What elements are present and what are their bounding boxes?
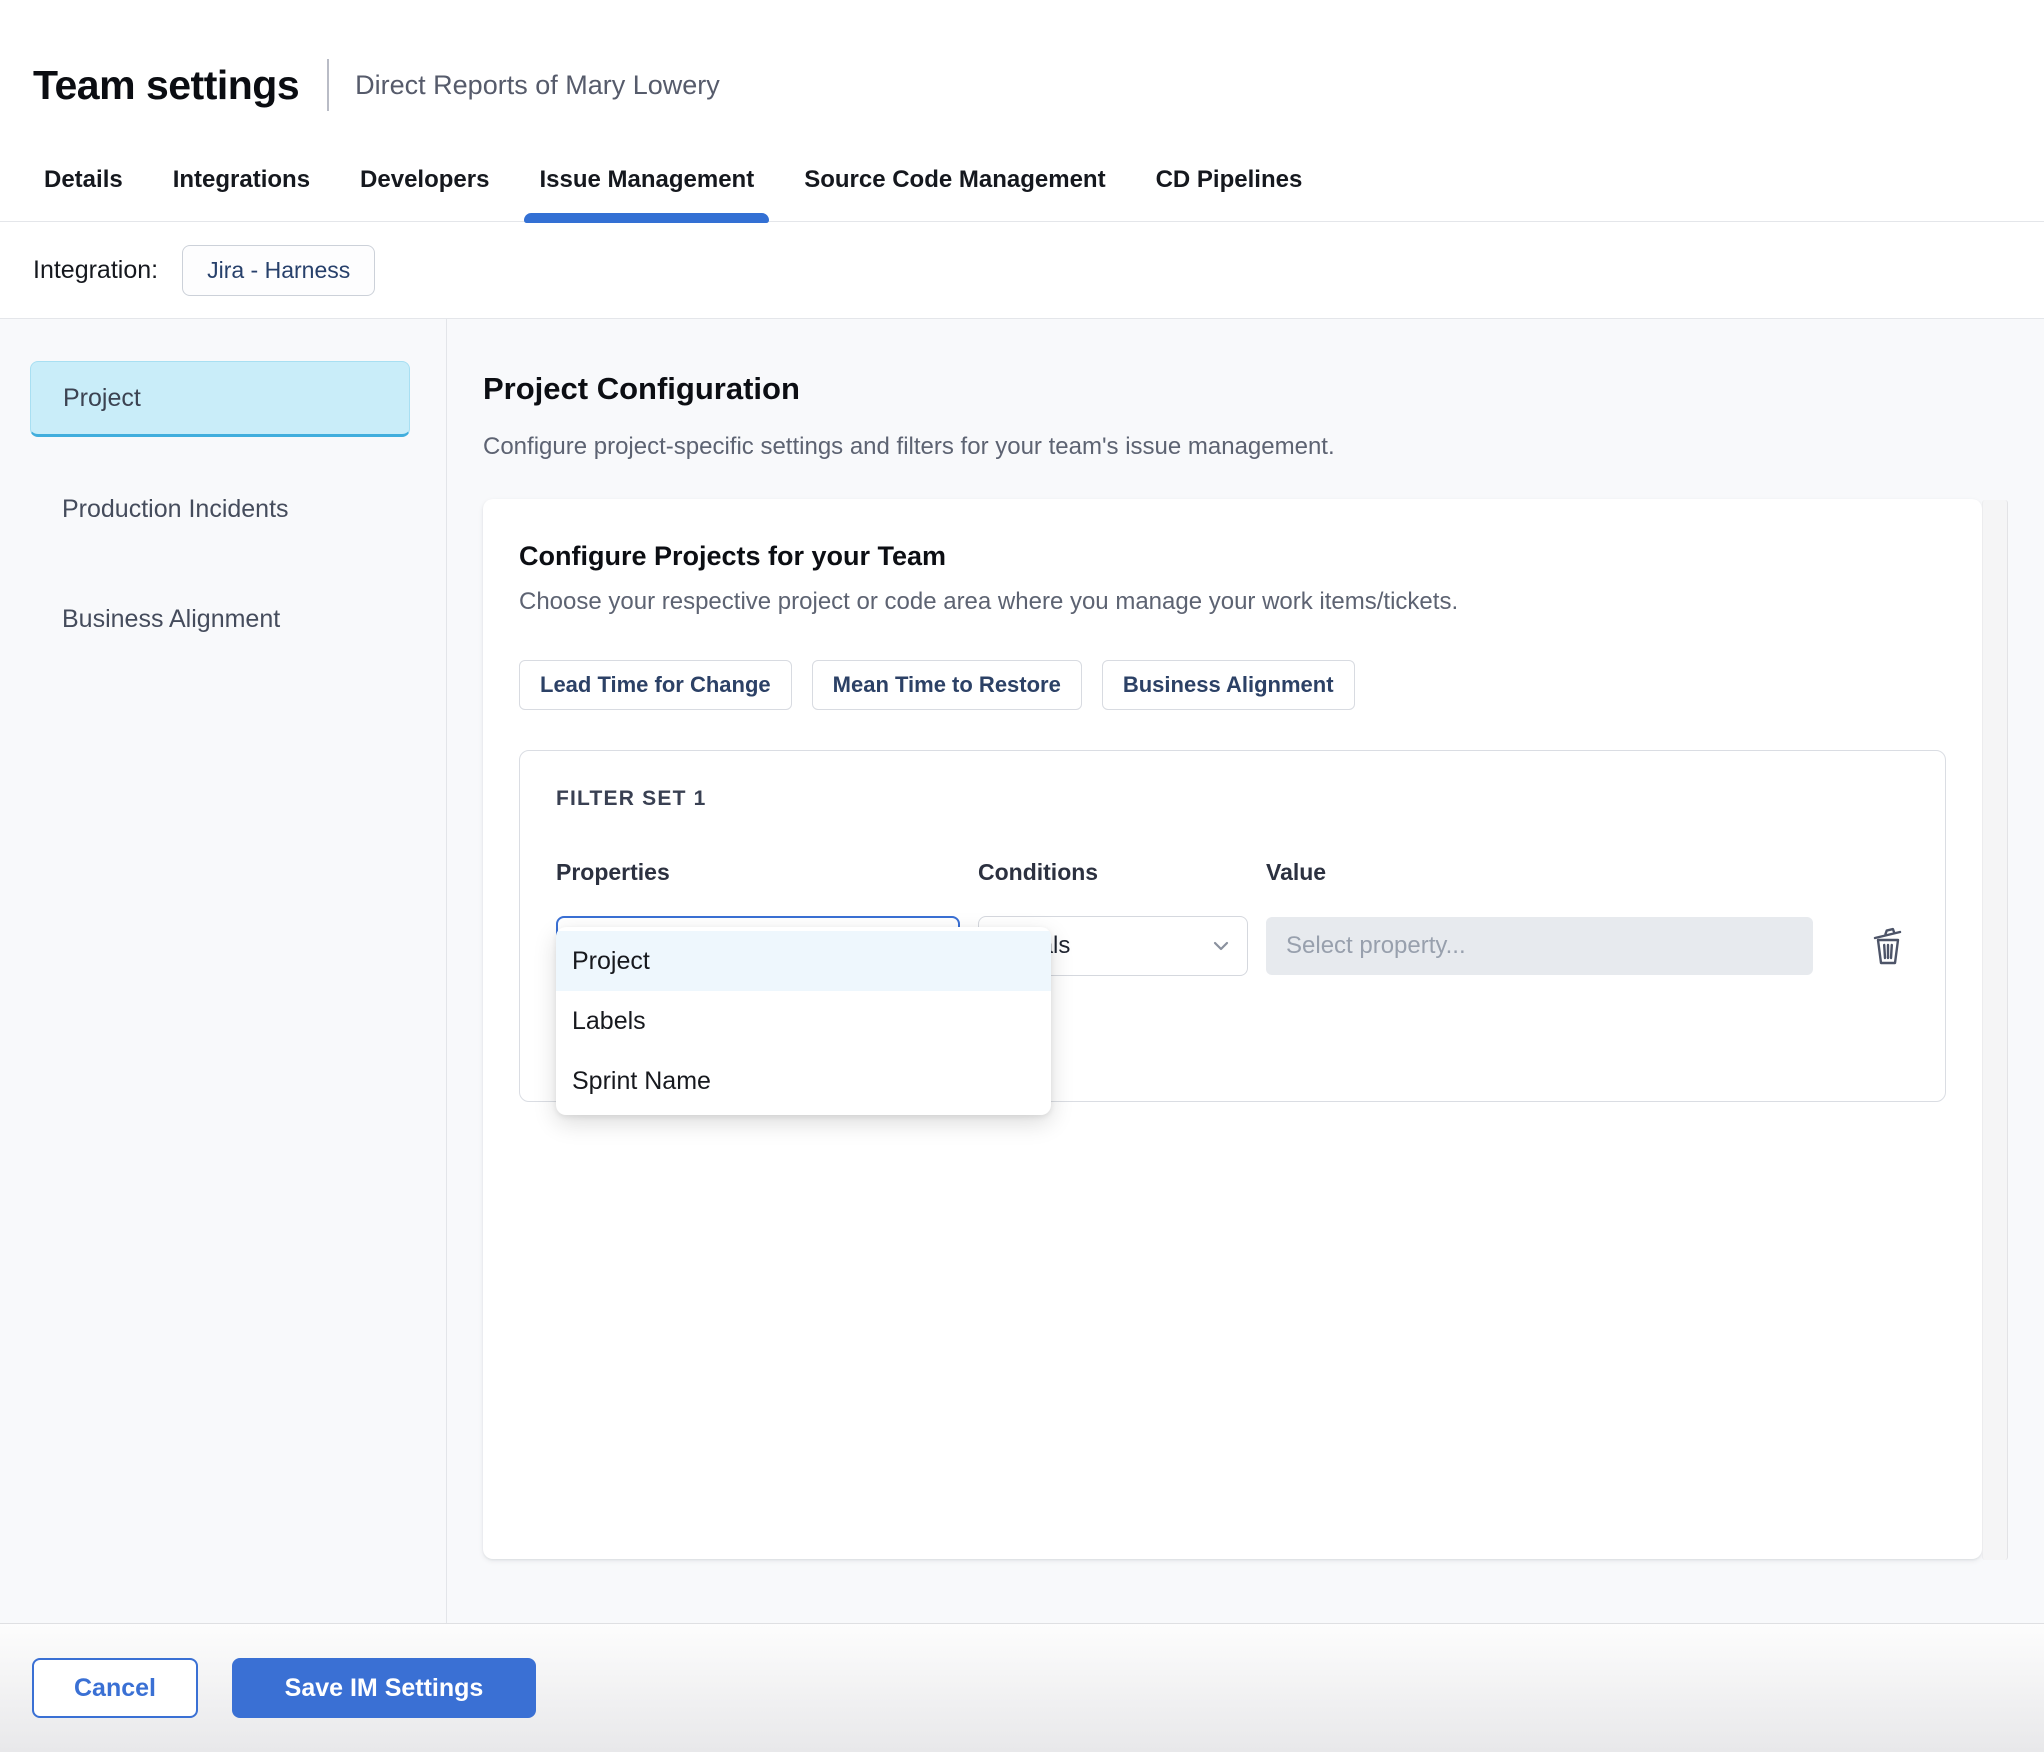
- value-column-label: Value: [1266, 859, 1327, 885]
- filter-grid: Properties Conditions Value - Select pro…: [556, 859, 1909, 1115]
- property-dropdown-menu: Project Labels Sprint Name: [556, 927, 1051, 1115]
- sidebar-item-label: Business Alignment: [62, 604, 281, 633]
- integration-chip[interactable]: Jira - Harness: [182, 244, 376, 296]
- team-settings-page: Team settings Direct Reports of Mary Low…: [0, 0, 2044, 1752]
- tab-issue-management-label: Issue Management: [539, 166, 755, 193]
- trash-icon: [1873, 927, 1902, 965]
- tab-source-code-management[interactable]: Source Code Management: [804, 160, 1105, 222]
- sidebar-item-production-incidents[interactable]: Production Incidents: [30, 471, 410, 547]
- main-panel: Project Configuration Configure project-…: [447, 319, 2044, 1623]
- page-header: Team settings Direct Reports of Mary Low…: [0, 0, 2044, 160]
- integration-row: Integration: Jira - Harness: [0, 222, 2044, 318]
- tab-details-label: Details: [44, 166, 123, 193]
- sidebar-item-label: Project: [63, 383, 141, 412]
- filter-column-labels: Properties Conditions Value: [556, 859, 1909, 886]
- tab-developers-label: Developers: [360, 166, 490, 193]
- filter-set-1: FILTER SET 1 Properties Conditions Value…: [519, 750, 1946, 1115]
- section-title: Project Configuration: [483, 371, 800, 406]
- section-description: Configure project-specific settings and …: [483, 433, 1335, 460]
- card-description: Choose your respective project or code a…: [519, 588, 1459, 615]
- tab-cd-pipelines[interactable]: CD Pipelines: [1156, 160, 1303, 222]
- content-area: Project Production Incidents Business Al…: [0, 318, 2044, 1623]
- tab-integrations[interactable]: Integrations: [173, 160, 310, 222]
- dropdown-option-project[interactable]: Project: [556, 931, 1051, 991]
- dropdown-option-labels[interactable]: Labels: [556, 991, 1051, 1051]
- chevron-down-icon: [1213, 941, 1229, 951]
- value-input[interactable]: [1266, 917, 1813, 975]
- delete-filter-button[interactable]: [1867, 923, 1909, 969]
- chip-mean-time-to-restore[interactable]: Mean Time to Restore: [811, 660, 1082, 710]
- scrollbar-track[interactable]: [1982, 500, 2008, 1560]
- tab-cd-pipelines-label: CD Pipelines: [1155, 166, 1303, 193]
- cancel-button[interactable]: Cancel: [32, 1658, 198, 1718]
- filter-set-title: FILTER SET 1: [556, 787, 707, 810]
- tab-developers[interactable]: Developers: [360, 160, 489, 222]
- sidebar-item-business-alignment[interactable]: Business Alignment: [30, 581, 410, 657]
- tab-active-underline: [524, 213, 770, 223]
- metric-chip-row: Lead Time for Change Mean Time to Restor…: [519, 660, 1946, 710]
- footer-action-bar: Cancel Save IM Settings: [0, 1623, 2044, 1752]
- tab-integrations-label: Integrations: [172, 166, 311, 193]
- dropdown-option-sprint-name[interactable]: Sprint Name: [556, 1051, 1051, 1111]
- save-im-settings-button[interactable]: Save IM Settings: [232, 1658, 536, 1718]
- chip-business-alignment[interactable]: Business Alignment: [1101, 660, 1355, 710]
- page-title: Team settings: [33, 61, 300, 108]
- configure-projects-card: Configure Projects for your Team Choose …: [483, 499, 1982, 1559]
- settings-sidebar: Project Production Incidents Business Al…: [0, 319, 447, 1623]
- integration-label: Integration:: [33, 255, 159, 284]
- tab-bar: Details Integrations Developers Issue Ma…: [0, 160, 2044, 223]
- tab-details[interactable]: Details: [44, 160, 123, 222]
- page-subtitle: Direct Reports of Mary Lowery: [355, 69, 720, 100]
- card-title: Configure Projects for your Team: [519, 541, 947, 571]
- sidebar-item-project[interactable]: Project: [30, 361, 410, 437]
- tab-source-code-management-label: Source Code Management: [804, 166, 1106, 193]
- header-divider: [327, 59, 330, 111]
- properties-column-label: Properties: [556, 859, 670, 885]
- sidebar-item-label: Production Incidents: [62, 494, 289, 523]
- chip-lead-time-for-change[interactable]: Lead Time for Change: [519, 660, 792, 710]
- conditions-column-label: Conditions: [978, 859, 1099, 885]
- tab-issue-management[interactable]: Issue Management: [524, 160, 770, 223]
